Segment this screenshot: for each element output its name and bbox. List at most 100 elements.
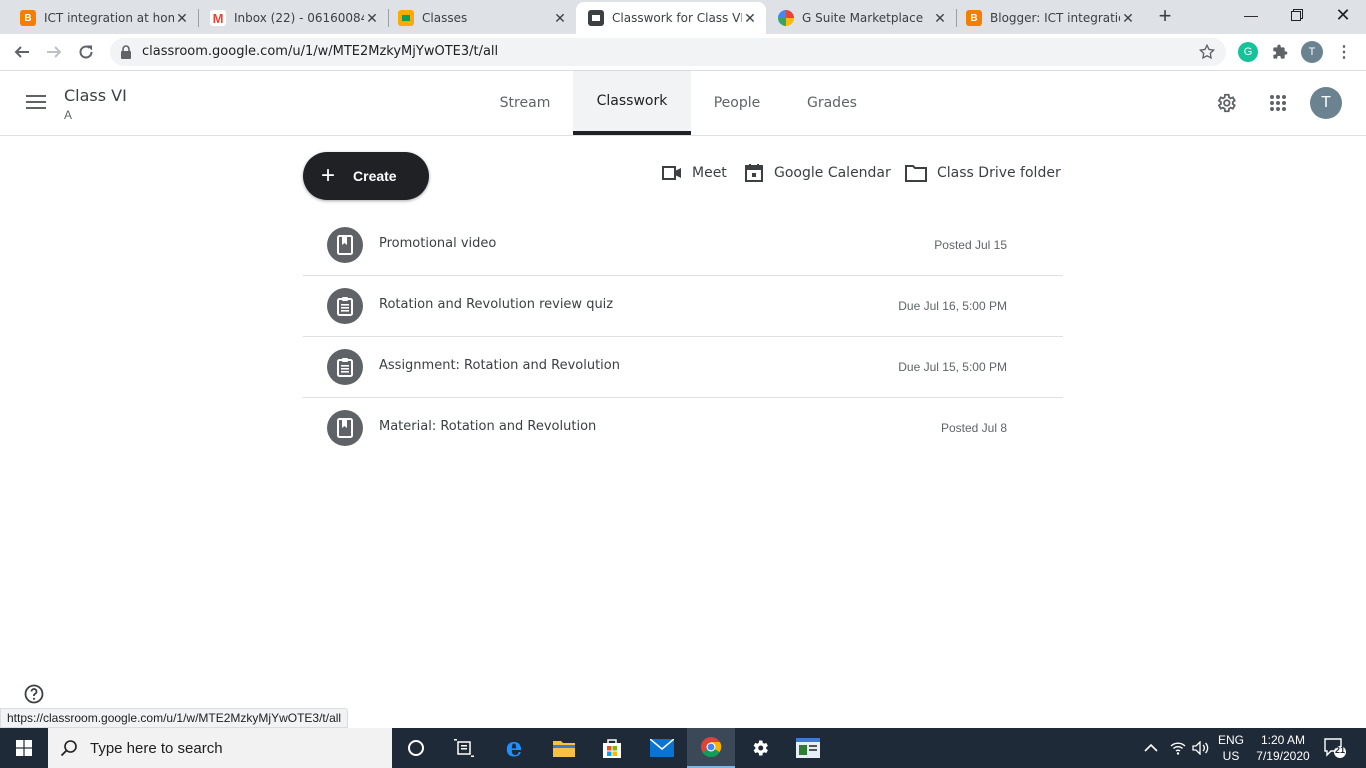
settings-icon[interactable]: [736, 728, 784, 768]
item-title: Promotional video: [379, 236, 497, 251]
clock-date: 7/19/2020: [1256, 749, 1310, 763]
reload-icon[interactable]: [72, 38, 100, 66]
browser-tab[interactable]: G Suite Marketplace ✕: [766, 2, 956, 34]
assignment-icon: [327, 349, 363, 385]
meet-link[interactable]: Meet: [662, 162, 727, 184]
classroom-header: Class VI A Stream Classwork People Grade…: [0, 71, 1366, 136]
minimize-icon[interactable]: —: [1228, 0, 1274, 30]
tab-title: Classwork for Class VI A: [612, 11, 742, 25]
item-title: Assignment: Rotation and Revolution: [379, 358, 620, 373]
folder-icon: [905, 165, 927, 182]
browser-menu-icon[interactable]: ⋮: [1334, 42, 1354, 62]
tab-classwork[interactable]: Classwork: [573, 71, 691, 135]
edge-icon[interactable]: e: [490, 728, 538, 768]
class-drive-folder-link[interactable]: Class Drive folder: [905, 162, 1061, 184]
assignment-icon: [327, 288, 363, 324]
taskbar-search-box[interactable]: Type here to search: [48, 728, 392, 768]
close-tab-icon[interactable]: ✕: [1120, 10, 1136, 27]
tab-title: G Suite Marketplace: [802, 11, 924, 25]
language-indicator[interactable]: ENG US: [1218, 732, 1244, 764]
meet-label: Meet: [692, 165, 727, 181]
tab-stream[interactable]: Stream: [477, 71, 573, 135]
calendar-label: Google Calendar: [774, 165, 891, 181]
tab-title: Inbox (22) - 06160084.p: [234, 11, 364, 25]
tab-people[interactable]: People: [691, 71, 783, 135]
item-title: Rotation and Revolution review quiz: [379, 297, 614, 312]
classroom-icon: [398, 10, 414, 26]
new-tab-icon[interactable]: +: [1154, 5, 1176, 28]
show-hidden-icons-icon[interactable]: [1144, 728, 1158, 768]
apps-grid-icon[interactable]: [1265, 90, 1291, 116]
close-window-icon[interactable]: ✕: [1320, 0, 1366, 30]
item-title: Material: Rotation and Revolution: [379, 419, 597, 434]
class-name[interactable]: Class VI: [64, 86, 127, 105]
item-date: Posted Jul 15: [934, 238, 1007, 252]
help-icon[interactable]: [24, 684, 44, 709]
app-window-icon[interactable]: [784, 728, 832, 768]
search-icon: [60, 740, 77, 757]
restore-icon[interactable]: [1274, 0, 1320, 30]
blogger-icon: B: [966, 10, 982, 26]
list-item[interactable]: Promotional video Posted Jul 15: [303, 215, 1063, 276]
create-button[interactable]: + Create: [303, 152, 429, 200]
system-clock[interactable]: 1:20 AM 7/19/2020: [1248, 732, 1318, 764]
class-section: A: [64, 108, 73, 122]
browser-tab[interactable]: Classes ✕: [386, 2, 576, 34]
item-due-date: Due Jul 16, 5:00 PM: [898, 299, 1007, 313]
close-tab-icon[interactable]: ✕: [174, 10, 190, 27]
tab-title: Classes: [422, 11, 468, 25]
video-camera-icon: [662, 166, 681, 180]
list-item[interactable]: Material: Rotation and Revolution Posted…: [303, 398, 1063, 459]
chrome-icon[interactable]: [687, 728, 735, 768]
network-icon[interactable]: [1170, 728, 1186, 768]
create-button-label: Create: [353, 168, 397, 184]
extensions-icon[interactable]: [1270, 42, 1290, 62]
browser-tab-strip: B ICT integration at home ✕ M Inbox (22)…: [0, 0, 1366, 34]
tab-grades[interactable]: Grades: [783, 71, 881, 135]
volume-icon[interactable]: [1192, 728, 1210, 768]
main-menu-icon[interactable]: [26, 94, 46, 115]
profile-avatar[interactable]: T: [1301, 41, 1323, 63]
cortana-icon[interactable]: [392, 728, 440, 768]
file-explorer-icon[interactable]: [540, 728, 588, 768]
back-arrow-icon[interactable]: [8, 38, 36, 66]
browser-tab[interactable]: B ICT integration at home ✕: [8, 2, 198, 34]
language-code: ENG: [1218, 733, 1245, 747]
google-calendar-link[interactable]: Google Calendar: [744, 162, 891, 184]
mail-icon[interactable]: [638, 728, 686, 768]
clock-time: 1:20 AM: [1260, 733, 1306, 747]
avatar[interactable]: T: [1310, 87, 1342, 119]
close-tab-icon[interactable]: ✕: [552, 10, 568, 27]
close-tab-icon[interactable]: ✕: [742, 10, 758, 27]
blogger-icon: B: [20, 10, 36, 26]
bookmark-star-icon[interactable]: [1198, 43, 1216, 61]
browser-tab[interactable]: B Blogger: ICT integration ✕: [954, 2, 1144, 34]
browser-tab[interactable]: M Inbox (22) - 06160084.p ✕: [198, 2, 388, 34]
close-tab-icon[interactable]: ✕: [932, 10, 948, 27]
notifications-icon[interactable]: 21: [1324, 728, 1346, 768]
google-icon: [778, 10, 794, 26]
drive-label: Class Drive folder: [937, 165, 1061, 181]
search-placeholder: Type here to search: [90, 739, 223, 757]
grammarly-icon[interactable]: G: [1238, 42, 1258, 62]
gear-icon[interactable]: [1213, 90, 1239, 116]
close-tab-icon[interactable]: ✕: [364, 10, 380, 27]
keyboard-region: US: [1222, 749, 1240, 763]
classroom-icon: [588, 10, 604, 26]
microsoft-store-icon[interactable]: [588, 728, 636, 768]
material-icon: [327, 410, 363, 446]
list-item[interactable]: Assignment: Rotation and Revolution Due …: [303, 337, 1063, 398]
item-due-date: Due Jul 15, 5:00 PM: [898, 360, 1007, 374]
browser-tab-active[interactable]: Classwork for Class VI A ✕: [576, 2, 766, 34]
list-item[interactable]: Rotation and Revolution review quiz Due …: [303, 276, 1063, 337]
forward-arrow-icon[interactable]: [40, 38, 68, 66]
plus-icon: +: [321, 162, 336, 189]
calendar-icon: [745, 164, 763, 182]
lock-icon: [121, 45, 131, 59]
address-bar[interactable]: classroom.google.com/u/1/w/MTE2MzkyMjYwO…: [110, 38, 1226, 66]
browser-toolbar: classroom.google.com/u/1/w/MTE2MzkyMjYwO…: [0, 34, 1366, 71]
gmail-icon: M: [210, 10, 226, 26]
windows-start-icon[interactable]: [0, 728, 48, 768]
task-view-icon[interactable]: [440, 728, 488, 768]
notification-count: 21: [1334, 745, 1345, 755]
